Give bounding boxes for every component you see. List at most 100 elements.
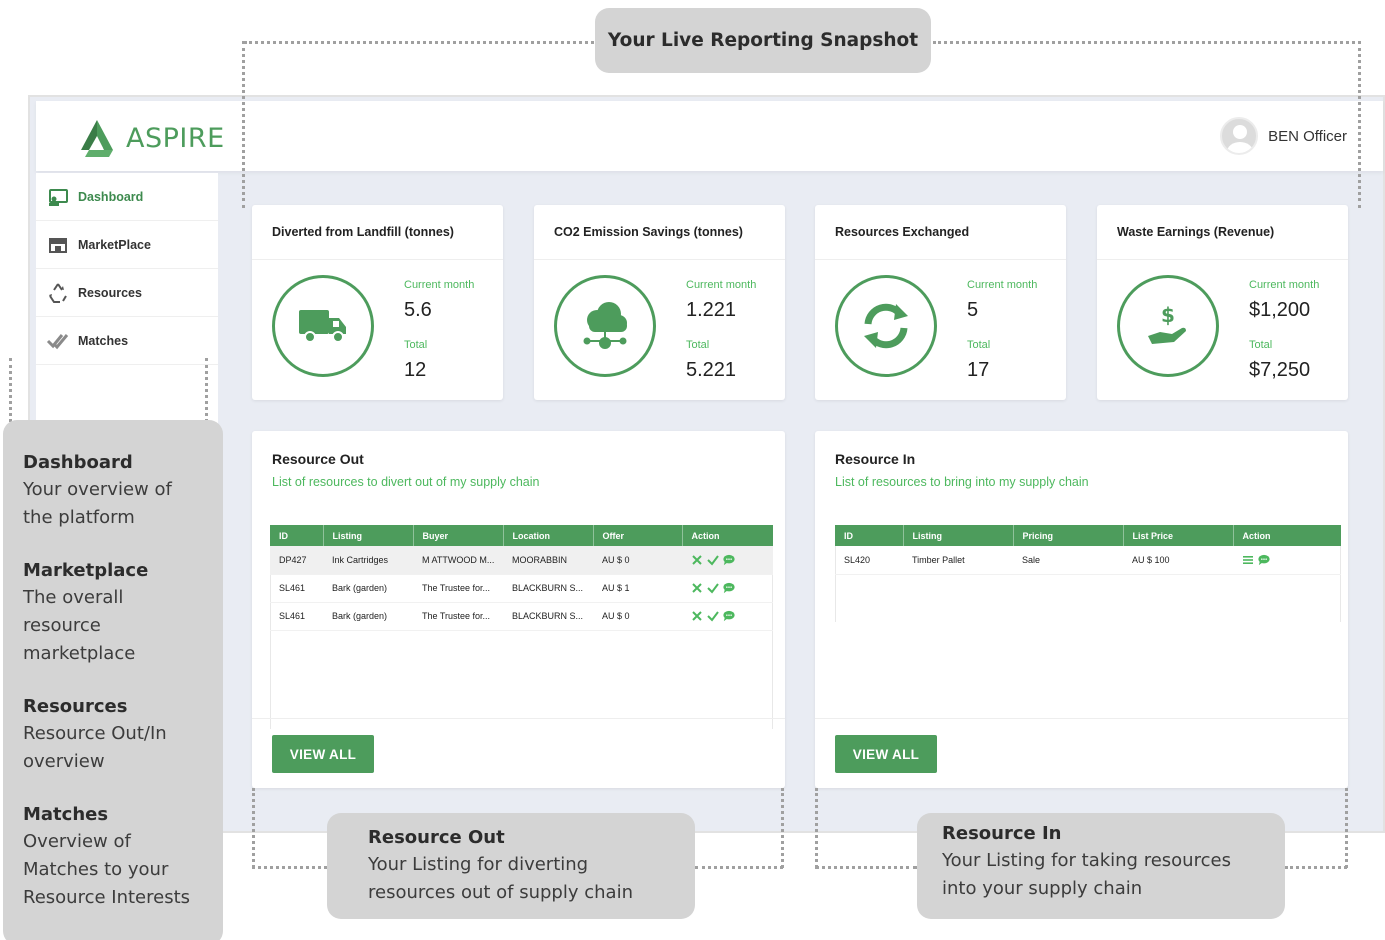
cell-buyer: M ATTWOOD M... — [413, 546, 503, 575]
cell-listing: Bark (garden) — [323, 574, 413, 603]
sidebar-item-marketplace[interactable]: MarketPlace — [36, 221, 218, 269]
callout-heading: Dashboard — [23, 452, 133, 473]
divider — [252, 718, 785, 719]
callout-heading: Matches — [23, 804, 109, 825]
avatar[interactable] — [1220, 117, 1259, 155]
annotation-guide — [252, 788, 255, 868]
current-month-label: Current month — [686, 279, 757, 291]
column-header[interactable]: Listing — [323, 525, 414, 546]
table-row[interactable]: SL461 Bark (garden) The Trustee for... B… — [270, 602, 773, 631]
cell-location: BLACKBURN S... — [503, 574, 593, 603]
callout-heading: Marketplace — [23, 560, 149, 581]
truck-icon — [299, 310, 346, 343]
annotation-guide — [242, 41, 245, 208]
column-header: Action — [682, 525, 773, 546]
table-row[interactable]: SL420 Timber Pallet Sale AU $ 100 — [835, 546, 1341, 575]
snapshot-callout: Your Live Reporting Snapshot — [595, 8, 931, 73]
chat-icon[interactable] — [1258, 554, 1270, 566]
callout-heading: Resources — [23, 696, 128, 717]
accept-icon[interactable] — [707, 610, 719, 622]
annotation-guide — [781, 788, 784, 868]
current-month-label: Current month — [967, 279, 1038, 291]
cell-location: MOORABBIN — [503, 546, 593, 575]
cell-actions — [682, 574, 773, 603]
column-header[interactable]: Pricing — [1013, 525, 1124, 546]
callout-group-dashboard: Dashboard Your overview of the platform — [23, 450, 223, 532]
chat-icon[interactable] — [723, 554, 735, 566]
sidebar-item-matches[interactable]: Matches — [36, 317, 218, 365]
cell-actions — [682, 602, 773, 631]
top-bar: ASPIRE BEN Officer — [36, 101, 1383, 171]
divider — [815, 259, 1066, 260]
reject-icon[interactable] — [691, 610, 703, 622]
cell-id: SL461 — [270, 602, 323, 631]
column-header[interactable]: Offer — [593, 525, 683, 546]
brand-logo[interactable]: ASPIRE — [76, 117, 225, 159]
column-header[interactable]: Location — [503, 525, 594, 546]
column-header[interactable]: List Price — [1123, 525, 1234, 546]
reject-icon[interactable] — [691, 582, 703, 594]
menu-icon[interactable] — [1242, 554, 1254, 566]
resource-in-panel: Resource In List of resources to bring i… — [815, 431, 1348, 788]
user-name: BEN Officer — [1268, 127, 1347, 145]
view-all-resource-out-button[interactable]: VIEW ALL — [272, 735, 374, 773]
callout-line: Overview of — [23, 831, 131, 852]
annotation-guide — [1358, 41, 1361, 208]
annotation-guide — [815, 866, 917, 869]
chat-icon[interactable] — [723, 610, 735, 622]
hand-dollar-icon: $ — [1148, 303, 1186, 344]
view-all-resource-in-button[interactable]: VIEW ALL — [835, 735, 937, 773]
accept-icon[interactable] — [707, 582, 719, 594]
resource-in-table: ID Listing Pricing List Price Action SL4… — [835, 525, 1341, 575]
column-header[interactable]: ID — [835, 525, 904, 546]
stat-title: CO2 Emission Savings (tonnes) — [554, 225, 743, 239]
panel-description: List of resources to bring into my suppl… — [835, 475, 1089, 489]
current-month-value: 1.221 — [686, 299, 737, 321]
column-header[interactable]: Buyer — [413, 525, 504, 546]
user-menu[interactable]: BEN Officer — [1220, 117, 1347, 155]
chat-icon[interactable] — [723, 582, 735, 594]
accept-icon[interactable] — [707, 554, 719, 566]
column-header[interactable]: ID — [270, 525, 324, 546]
divider — [815, 718, 1348, 719]
resource-in-callout: Resource In Your Listing for taking reso… — [917, 813, 1285, 919]
stat-card-exchanged: Resources Exchanged Current month 5 Tota… — [815, 205, 1066, 400]
sidebar-item-label: MarketPlace — [78, 237, 151, 252]
sidebar-item-dashboard[interactable]: Dashboard — [36, 173, 218, 221]
dashboard-icon — [49, 188, 68, 206]
sidebar-item-resources[interactable]: Resources — [36, 269, 218, 317]
cell-actions — [682, 546, 773, 575]
cell-actions — [1233, 546, 1341, 575]
resource-out-panel: Resource Out List of resources to divert… — [252, 431, 785, 788]
column-header: Action — [1233, 525, 1341, 546]
annotation-guide — [933, 41, 1361, 44]
stat-card-co2: CO2 Emission Savings (tonnes) Current mo… — [534, 205, 785, 400]
column-header[interactable]: Listing — [903, 525, 1014, 546]
cell-offer: AU $ 0 — [593, 602, 682, 631]
callout-line: Your Listing for diverting — [368, 854, 589, 875]
stat-title: Resources Exchanged — [835, 225, 970, 239]
cell-offer: AU $ 1 — [593, 574, 682, 603]
callout-line: into your supply chain — [942, 878, 1143, 899]
current-month-label: Current month — [404, 279, 475, 291]
recycle-icon — [49, 282, 67, 303]
reject-icon[interactable] — [691, 554, 703, 566]
current-month-label: Current month — [1249, 279, 1320, 291]
cloud-network-icon — [583, 302, 627, 349]
total-label: Total — [967, 339, 991, 351]
cell-list-price: AU $ 100 — [1123, 546, 1233, 575]
sync-icon — [864, 303, 908, 349]
table-header: ID Listing Pricing List Price Action — [835, 525, 1341, 546]
resource-out-table: ID Listing Buyer Location Offer Action D… — [270, 525, 773, 631]
panel-description: List of resources to divert out of my su… — [272, 475, 540, 489]
stat-card-earnings: Waste Earnings (Revenue) $ Current month… — [1097, 205, 1348, 400]
table-row[interactable]: DP427 Ink Cartridges M ATTWOOD M... MOOR… — [270, 546, 773, 575]
table-row[interactable]: SL461 Bark (garden) The Trustee for... B… — [270, 574, 773, 603]
cell-listing: Ink Cartridges — [323, 546, 413, 575]
total-label: Total — [1249, 339, 1273, 351]
annotation-guide — [1345, 788, 1348, 868]
current-month-value: 5 — [967, 299, 979, 321]
annotation-guide — [244, 41, 594, 44]
callout-line: The overall — [23, 587, 124, 608]
double-check-icon — [46, 333, 69, 349]
